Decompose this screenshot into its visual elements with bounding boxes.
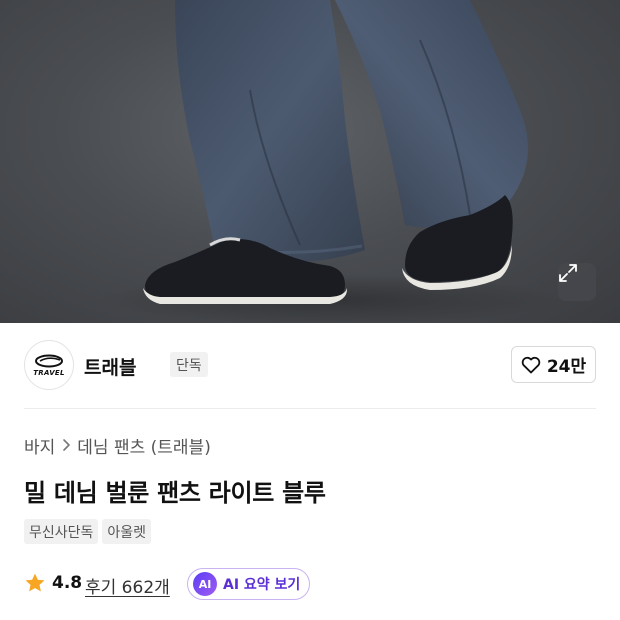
travel-logo-icon	[35, 354, 63, 367]
product-image[interactable]	[0, 0, 620, 323]
like-count: 24만	[546, 357, 587, 377]
brand-exclusive-badge: 단독	[170, 352, 208, 377]
brand-row: TRAVEL 트래블 단독 24만	[24, 340, 596, 390]
expand-arrows-icon	[559, 264, 577, 282]
ai-badge-icon: AI	[193, 572, 217, 596]
breadcrumb-item-subcategory[interactable]: 데님 팬츠 (트래블)	[77, 433, 211, 458]
brand-logo[interactable]: TRAVEL	[24, 340, 74, 390]
breadcrumb: 바지 데님 팬츠 (트래블)	[24, 433, 211, 458]
brand-logo-text: TRAVEL	[33, 368, 65, 377]
ai-summary-label: AI 요약 보기	[223, 577, 301, 593]
reviews-link[interactable]: 후기 662개	[85, 573, 170, 598]
tag-outlet: 아울렛	[102, 519, 152, 544]
star-filled-icon	[25, 573, 45, 592]
chevron-right-icon	[61, 438, 71, 452]
product-photo-illustration	[100, 0, 560, 323]
breadcrumb-item-category[interactable]: 바지	[24, 433, 55, 458]
like-button[interactable]: 24만	[511, 346, 596, 383]
brand-name[interactable]: 트래블	[84, 353, 136, 380]
rating-row: 4.8 후기 662개 AI AI 요약 보기	[24, 568, 584, 600]
ai-summary-button[interactable]: AI AI 요약 보기	[187, 568, 310, 600]
product-title: 밀 데님 벌룬 팬츠 라이트 블루	[24, 479, 326, 507]
divider	[24, 408, 596, 409]
heart-outline-icon	[521, 356, 541, 373]
tag-musinsa-exclusive: 무신사단독	[24, 519, 99, 544]
expand-image-button[interactable]	[558, 263, 596, 301]
rating-value: 4.8	[52, 573, 83, 593]
product-tags: 무신사단독 아울렛	[24, 519, 152, 544]
